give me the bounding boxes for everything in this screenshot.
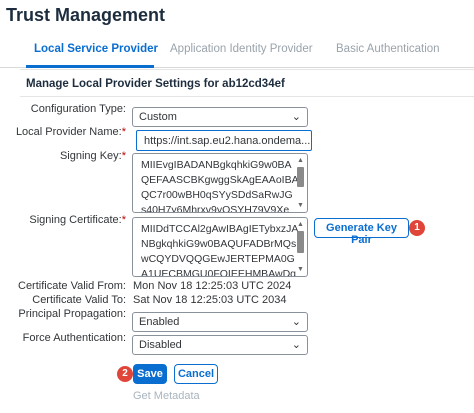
chevron-down-icon: ⌄ <box>291 111 301 123</box>
valid-from-label: Certificate Valid From: <box>18 280 126 292</box>
signing-key-scrollbar[interactable]: ▲ ▼ <box>296 156 305 210</box>
tab-basic-authentication[interactable]: Basic Authentication <box>336 43 440 55</box>
tab-application-identity-provider[interactable]: Application Identity Provider <box>170 43 313 55</box>
valid-to-value: Sat Nov 18 12:25:03 UTC 2034 <box>133 294 287 306</box>
signing-key-line: MIIEvgIBADANBgkqhkiG9w0BA <box>141 159 292 171</box>
tab-local-service-provider[interactable]: Local Service Provider <box>34 43 158 55</box>
signing-key-line: s40H7y6Mhrxv9yOSYH79V9Xe <box>141 204 290 213</box>
force-auth-value: Disabled <box>139 339 182 351</box>
force-auth-label: Force Authentication: <box>22 332 126 344</box>
signing-key-textarea[interactable]: MIIEvgIBADANBgkqhkiG9w0BA QEFAASCBKgwggS… <box>132 153 308 213</box>
signing-cert-scrollbar[interactable]: ▲ ▼ <box>296 220 305 274</box>
signing-key-label: Signing Key:* <box>0 150 126 162</box>
scroll-up-icon[interactable]: ▲ <box>296 156 305 165</box>
signing-cert-line: MIIDdTCCAl2gAwIBAgIETybxzJA <box>141 223 299 235</box>
active-tab-indicator <box>26 65 154 68</box>
required-marker: * <box>121 126 126 138</box>
tab-bar: Local Service Provider Application Ident… <box>0 34 474 68</box>
generate-key-pair-button[interactable]: Generate Key Pair <box>314 218 409 246</box>
required-marker: * <box>121 150 126 162</box>
signing-key-text: MIIEvgIBADANBgkqhkiG9w0BA QEFAASCBKgwggS… <box>141 158 299 213</box>
scroll-up-icon[interactable]: ▲ <box>296 220 305 229</box>
signing-key-label-text: Signing Key: <box>59 150 122 162</box>
signing-cert-textarea[interactable]: MIIDdTCCAl2gAwIBAgIETybxzJA NBgkqhkiG9w0… <box>132 217 308 277</box>
chevron-down-icon: ⌄ <box>291 339 301 351</box>
signing-key-line: QC7r00wBH0qSYySDdSaRwJG <box>141 189 293 201</box>
signing-cert-text: MIIDdTCCAl2gAwIBAgIETybxzJA NBgkqhkiG9w0… <box>141 222 299 277</box>
scroll-thumb[interactable] <box>297 167 304 187</box>
required-marker: * <box>121 214 126 226</box>
cancel-button[interactable]: Cancel <box>174 364 218 384</box>
signing-cert-label: Signing Certificate:* <box>0 214 126 226</box>
signing-cert-line: wCQYDVQQGEwJERTEPMA0G <box>141 253 295 265</box>
principal-propagation-select[interactable]: Enabled ⌄ <box>132 312 308 332</box>
divider <box>20 96 474 97</box>
config-type-label: Configuration Type: <box>30 103 126 115</box>
scroll-down-icon[interactable]: ▼ <box>296 201 305 210</box>
page-title: Trust Management <box>6 5 166 25</box>
signing-cert-label-text: Signing Certificate: <box>29 214 122 226</box>
valid-from-value: Mon Nov 18 12:25:03 UTC 2024 <box>133 280 292 292</box>
config-type-value: Custom <box>139 111 177 123</box>
principal-propagation-label: Principal Propagation: <box>18 308 126 320</box>
chevron-down-icon: ⌄ <box>291 316 301 328</box>
divider <box>20 69 474 70</box>
get-metadata-link[interactable]: Get Metadata <box>133 390 200 402</box>
step-marker: 1 <box>409 220 425 236</box>
section-title: Manage Local Provider Settings for ab12c… <box>26 78 285 90</box>
provider-name-input[interactable]: https://int.sap.eu2.hana.ondema... <box>136 130 312 151</box>
scroll-thumb[interactable] <box>297 231 304 253</box>
signing-cert-line: A1UECBMGU0FOIEEHMBAwDg <box>141 268 297 277</box>
signing-key-line: QEFAASCBKgwggSkAgEAAoIBA <box>141 174 299 186</box>
config-type-select[interactable]: Custom ⌄ <box>132 107 308 127</box>
force-auth-select[interactable]: Disabled ⌄ <box>132 335 308 355</box>
principal-propagation-value: Enabled <box>139 316 180 328</box>
provider-name-label: Local Provider Name:* <box>0 126 126 138</box>
provider-name-label-text: Local Provider Name: <box>15 126 122 138</box>
save-button[interactable]: Save <box>133 364 167 384</box>
signing-cert-line: NBgkqhkiG9w0BAQUFADBrMQs <box>141 238 297 250</box>
step-marker: 2 <box>117 366 133 382</box>
scroll-down-icon[interactable]: ▼ <box>296 265 305 274</box>
valid-to-label: Certificate Valid To: <box>32 294 126 306</box>
